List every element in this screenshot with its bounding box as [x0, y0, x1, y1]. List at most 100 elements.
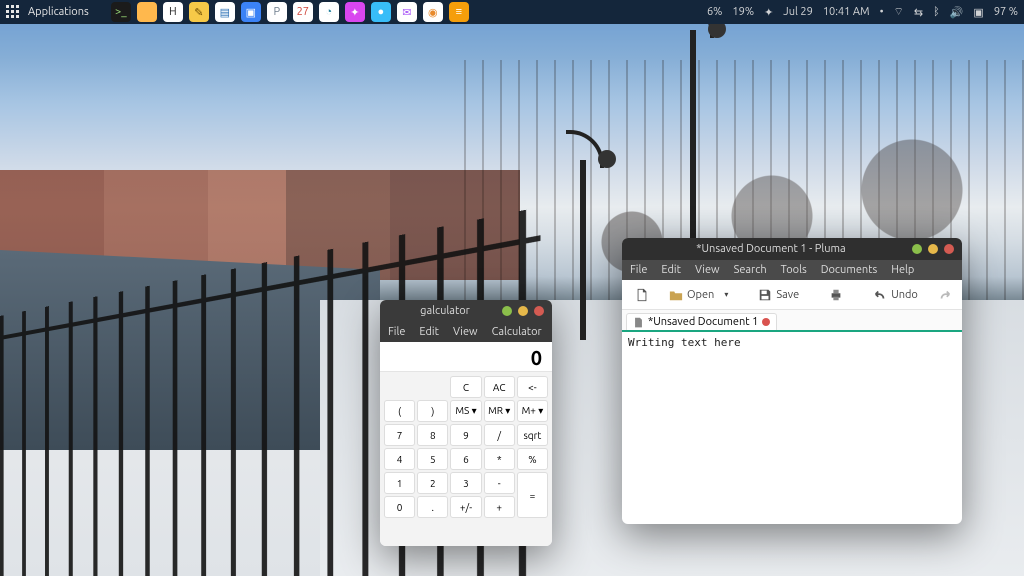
calc-key-[interactable]: (: [384, 400, 415, 422]
redo-icon: [938, 288, 952, 302]
open-label: Open: [687, 289, 714, 301]
undo-button[interactable]: Undo: [866, 285, 925, 305]
dock-files-icon[interactable]: ▣: [241, 2, 261, 22]
calculator-window: galculator FileEditViewCalculatorHelp 0 …: [380, 300, 552, 546]
battery-icon[interactable]: ▣: [973, 6, 983, 19]
calc-key-[interactable]: +/-: [450, 496, 481, 518]
volume-icon[interactable]: 🔊: [950, 6, 964, 19]
pluma-close-button[interactable]: [944, 244, 954, 254]
calc-key-4[interactable]: 4: [384, 448, 415, 470]
dot-indicator-icon: •: [880, 6, 884, 18]
dock-podcasts-icon[interactable]: ◉: [423, 2, 443, 22]
clock-date[interactable]: Jul 29: [783, 6, 813, 18]
calc-key-ms[interactable]: MS ▾: [450, 400, 481, 422]
dock-firefox-icon[interactable]: [137, 2, 157, 22]
applications-menu[interactable]: Applications: [28, 6, 89, 18]
calc-key-ac[interactable]: AC: [484, 376, 515, 398]
calc-key-7[interactable]: 7: [384, 424, 415, 446]
clock-time[interactable]: 10:41 AM: [823, 6, 870, 18]
pluma-tab-unsaved[interactable]: *Unsaved Document 1: [626, 313, 777, 330]
wifi-icon[interactable]: ⌔: [894, 5, 904, 19]
stat-mem: 19%: [732, 6, 754, 18]
calc-key-0[interactable]: 0: [384, 496, 415, 518]
calc-key-8[interactable]: 8: [417, 424, 448, 446]
calc-key-sqrt[interactable]: sqrt: [517, 424, 548, 446]
calculator-title: galculator: [388, 305, 502, 317]
calc-key-9[interactable]: 9: [450, 424, 481, 446]
pluma-tabstrip: *Unsaved Document 1: [622, 310, 962, 332]
calc-key-[interactable]: <-: [517, 376, 548, 398]
pluma-menu-help[interactable]: Help: [891, 264, 914, 276]
dock-calendar-icon[interactable]: 27: [293, 2, 313, 22]
save-label: Save: [776, 289, 799, 301]
pluma-menu-tools[interactable]: Tools: [781, 264, 807, 276]
print-icon: [829, 288, 843, 302]
dock-planner-icon[interactable]: P: [267, 2, 287, 22]
link-icon[interactable]: ⇆: [914, 6, 923, 19]
calc-close-button[interactable]: [534, 306, 544, 316]
calc-key-[interactable]: =: [517, 472, 548, 518]
calculator-keypad: CAC<-()MS ▾MR ▾M+ ▾789/sqrt456*%123-=0.+…: [380, 372, 552, 546]
tab-label: *Unsaved Document 1: [648, 316, 758, 328]
pluma-menu-search[interactable]: Search: [734, 264, 767, 276]
calc-key-[interactable]: .: [417, 496, 448, 518]
calc-minimize-button[interactable]: [502, 306, 512, 316]
dock-flame-icon[interactable]: ✦: [345, 2, 365, 22]
save-button[interactable]: Save: [751, 285, 806, 305]
open-button[interactable]: Open ▾: [662, 285, 735, 305]
dock-notes-icon[interactable]: ✎: [189, 2, 209, 22]
system-menubar: Applications >_ H ✎ ▤ ▣ P 27 ◔ ✦ ● ✉ ◉ ≡ 6% 19% ✦ Ju…: [0, 0, 1024, 24]
extensions-icon[interactable]: ✦: [764, 6, 773, 19]
undo-label: Undo: [891, 289, 918, 301]
calculator-titlebar[interactable]: galculator: [380, 300, 552, 322]
pluma-menu-file[interactable]: File: [630, 264, 647, 276]
apps-grid-icon[interactable]: [6, 5, 20, 19]
close-tab-icon[interactable]: [762, 318, 770, 326]
calc-menu-calculator[interactable]: Calculator: [492, 326, 542, 338]
calc-key-5[interactable]: 5: [417, 448, 448, 470]
dock-sublime-icon[interactable]: ≡: [449, 2, 469, 22]
calc-key-blank: [384, 520, 415, 542]
pluma-minimize-button[interactable]: [912, 244, 922, 254]
calc-key-[interactable]: +: [484, 496, 515, 518]
calc-menu-view[interactable]: View: [453, 326, 478, 338]
open-dropdown-icon[interactable]: ▾: [724, 290, 728, 299]
calc-key-[interactable]: -: [484, 472, 515, 494]
calc-key-2[interactable]: 2: [417, 472, 448, 494]
dock-terminal-icon[interactable]: >_: [111, 2, 131, 22]
pluma-menu-view[interactable]: View: [695, 264, 720, 276]
calc-key-[interactable]: *: [484, 448, 515, 470]
pluma-editor[interactable]: Writing text here: [622, 332, 962, 524]
calc-key-[interactable]: %: [517, 448, 548, 470]
folder-open-icon: [669, 288, 683, 302]
stat-cpu: 6%: [707, 6, 722, 18]
save-icon: [758, 288, 772, 302]
print-button[interactable]: [822, 285, 850, 305]
dock-chat-icon[interactable]: ●: [371, 2, 391, 22]
calc-key-6[interactable]: 6: [450, 448, 481, 470]
pluma-menu-edit[interactable]: Edit: [661, 264, 681, 276]
calc-key-m[interactable]: M+ ▾: [517, 400, 548, 422]
pluma-maximize-button[interactable]: [928, 244, 938, 254]
calc-menu-file[interactable]: File: [388, 326, 405, 338]
dock-libreoffice-icon[interactable]: ▤: [215, 2, 235, 22]
new-doc-button[interactable]: [628, 285, 656, 305]
calc-key-[interactable]: /: [484, 424, 515, 446]
calculator-display: 0: [380, 342, 552, 372]
dock-edge-icon[interactable]: ◔: [319, 2, 339, 22]
pluma-titlebar[interactable]: *Unsaved Document 1 - Pluma: [622, 238, 962, 260]
calc-key-[interactable]: ): [417, 400, 448, 422]
pluma-menu-documents[interactable]: Documents: [821, 264, 878, 276]
pluma-title: *Unsaved Document 1 - Pluma: [630, 243, 912, 255]
dock-krita-icon[interactable]: H: [163, 2, 183, 22]
dock-messenger-icon[interactable]: ✉: [397, 2, 417, 22]
pluma-menubar: File Edit View Search Tools Documents Help: [622, 260, 962, 280]
calc-maximize-button[interactable]: [518, 306, 528, 316]
calc-key-c[interactable]: C: [450, 376, 481, 398]
bluetooth-icon[interactable]: ᛒ: [933, 6, 940, 18]
calc-key-3[interactable]: 3: [450, 472, 481, 494]
calc-menu-edit[interactable]: Edit: [419, 326, 439, 338]
redo-button[interactable]: [931, 285, 959, 305]
calc-key-1[interactable]: 1: [384, 472, 415, 494]
calc-key-mr[interactable]: MR ▾: [484, 400, 515, 422]
